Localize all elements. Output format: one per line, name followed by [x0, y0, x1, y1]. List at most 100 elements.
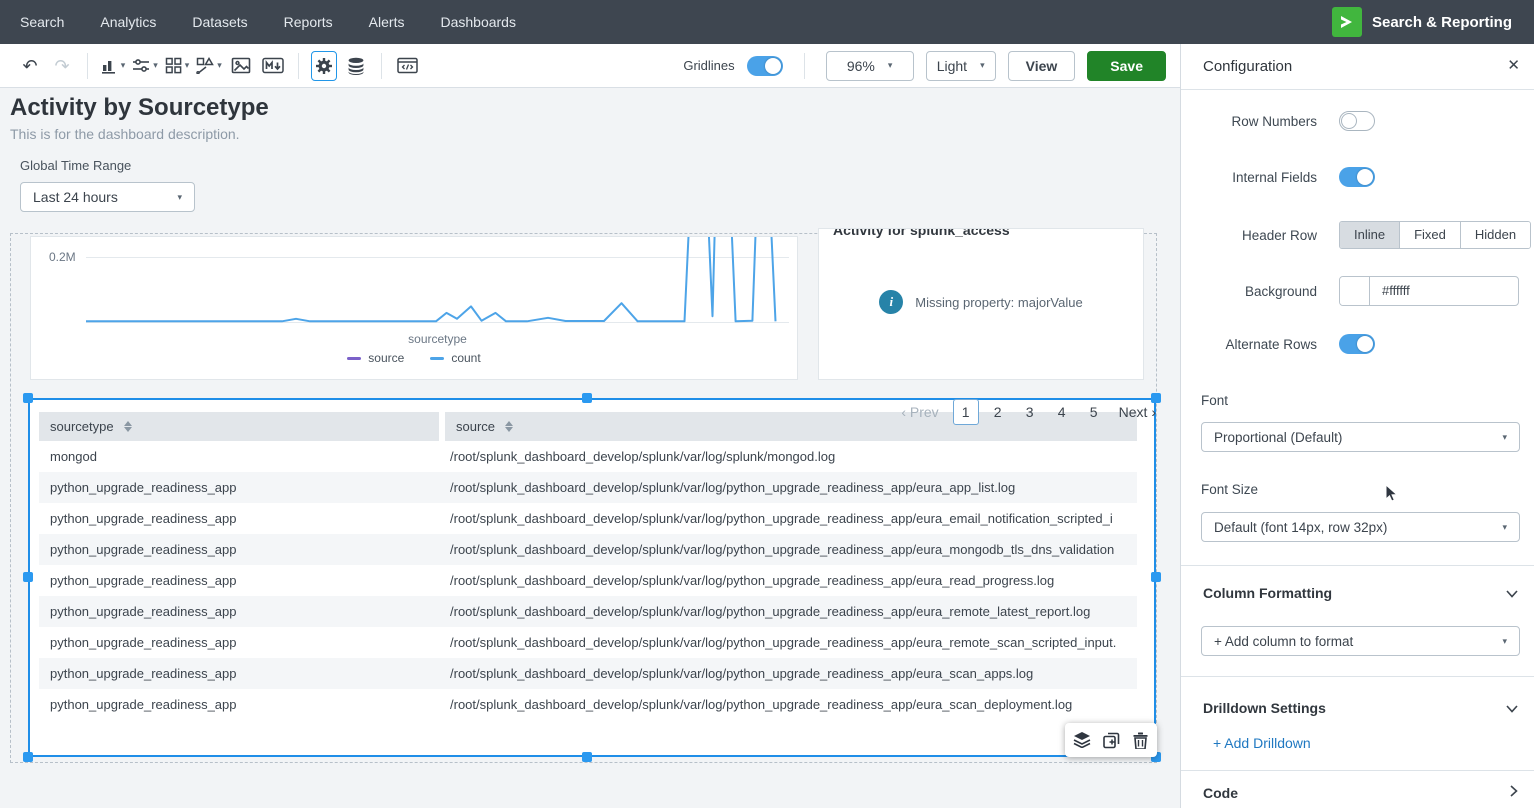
drilldown-settings-section-title: Drilldown Settings: [1203, 700, 1326, 716]
redo-button[interactable]: ↷: [49, 51, 75, 81]
page-button-5[interactable]: 5: [1081, 399, 1107, 425]
splunk-logo-icon: [1332, 7, 1362, 37]
editor-workspace: ↶ ↷ ▾ ▾ ▾ ▾: [0, 44, 1180, 808]
configuration-header: Configuration ✕: [1181, 44, 1534, 90]
page-button-1[interactable]: 1: [953, 399, 979, 425]
row-numbers-toggle[interactable]: [1339, 111, 1375, 131]
line-chart-panel[interactable]: 0.2M sourcetype source count: [30, 236, 798, 380]
font-size-select[interactable]: Default (font 14px, row 32px)▾: [1201, 512, 1520, 542]
gridlines-toggle[interactable]: [747, 56, 783, 76]
add-layout-button[interactable]: ▾: [164, 51, 190, 81]
page-button-4[interactable]: 4: [1049, 399, 1075, 425]
next-page-button[interactable]: Next ›: [1119, 404, 1156, 420]
background-color-input: #ffffff: [1339, 276, 1519, 306]
prev-page-button[interactable]: ‹ Prev: [901, 404, 938, 420]
add-markdown-button[interactable]: [260, 51, 286, 81]
font-size-label: Font Size: [1201, 482, 1258, 497]
header-row-option-hidden[interactable]: Hidden: [1460, 222, 1530, 248]
selection-handle-top-middle[interactable]: [582, 393, 592, 403]
header-row-option-inline[interactable]: Inline: [1340, 222, 1399, 248]
x-axis-label: sourcetype: [86, 332, 789, 346]
toolbar-divider: [804, 53, 805, 79]
zoom-select[interactable]: 96%▾: [826, 51, 914, 81]
configuration-title: Configuration: [1203, 58, 1292, 75]
delete-button[interactable]: [1128, 728, 1154, 752]
selection-handle-bottom-middle[interactable]: [582, 752, 592, 762]
nav-item-search[interactable]: Search: [0, 0, 82, 44]
nav-item-alerts[interactable]: Alerts: [351, 0, 423, 44]
top-nav: Search Analytics Datasets Reports Alerts…: [0, 0, 1534, 44]
chevron-down-icon[interactable]: [1506, 585, 1518, 603]
page-button-3[interactable]: 3: [1017, 399, 1043, 425]
count-swatch: [430, 357, 444, 360]
table-row: python_upgrade_readiness_app/root/splunk…: [39, 689, 1137, 716]
panel-action-toolbar: [1065, 723, 1157, 757]
internal-fields-setting: Internal Fields: [1181, 167, 1375, 187]
nav-item-reports[interactable]: Reports: [266, 0, 351, 44]
time-range-select[interactable]: Last 24 hours▾: [20, 182, 195, 212]
page-button-2[interactable]: 2: [985, 399, 1011, 425]
missing-property-text: Missing property: majorValue: [915, 295, 1082, 310]
table-row: python_upgrade_readiness_app/root/splunk…: [39, 565, 1137, 596]
table-row: python_upgrade_readiness_app/root/splunk…: [39, 534, 1137, 565]
toolbar-divider: [87, 53, 88, 79]
color-swatch[interactable]: [1340, 277, 1370, 305]
divider: [1181, 770, 1534, 771]
add-drilldown-link[interactable]: + Add Drilldown: [1213, 735, 1311, 751]
selection-handle-bottom-left[interactable]: [23, 752, 33, 762]
source-code-button[interactable]: [394, 51, 420, 81]
dashboard-canvas-area: Activity by Sourcetype This is for the d…: [0, 88, 1180, 808]
chevron-right-icon[interactable]: [1510, 784, 1518, 802]
source-swatch: [347, 357, 361, 360]
add-shape-button[interactable]: ▾: [196, 51, 222, 81]
chevron-down-icon[interactable]: [1506, 700, 1518, 718]
dashboard-description: This is for the dashboard description.: [10, 126, 240, 142]
table-row: python_upgrade_readiness_app/root/splunk…: [39, 658, 1137, 689]
app-brand[interactable]: Search & Reporting: [1332, 7, 1534, 37]
add-chart-button[interactable]: ▾: [100, 51, 126, 81]
save-button[interactable]: Save: [1087, 51, 1166, 81]
data-sources-button[interactable]: [343, 51, 369, 81]
view-button[interactable]: View: [1008, 51, 1076, 81]
theme-select[interactable]: Light▾: [926, 51, 996, 81]
undo-button[interactable]: ↶: [17, 51, 43, 81]
table-body: mongod/root/splunk_dashboard_develop/spl…: [39, 441, 1137, 716]
app-name: Search & Reporting: [1372, 14, 1512, 31]
dashboard-title: Activity by Sourcetype: [10, 94, 269, 122]
duplicate-button[interactable]: [1098, 728, 1124, 752]
color-value-field[interactable]: #ffffff: [1370, 277, 1422, 305]
edit-toolbar: ↶ ↷ ▾ ▾ ▾ ▾: [0, 44, 1180, 88]
add-input-button[interactable]: ▾: [132, 51, 158, 81]
header-row-option-fixed[interactable]: Fixed: [1399, 222, 1460, 248]
row-numbers-setting: Row Numbers: [1181, 111, 1375, 131]
table-panel[interactable]: sourcetype source mongod/root/splunk_das…: [28, 398, 1156, 757]
font-label: Font: [1201, 393, 1228, 408]
panel-message: i Missing property: majorValue: [819, 290, 1143, 314]
single-value-panel[interactable]: Activity for splunk_access i Missing pro…: [818, 228, 1144, 380]
nav-item-dashboards[interactable]: Dashboards: [422, 0, 534, 44]
add-column-to-format-select[interactable]: + Add column to format▾: [1201, 626, 1520, 656]
configuration-mode-button[interactable]: [311, 51, 337, 81]
internal-fields-toggle[interactable]: [1339, 167, 1375, 187]
column-header-sourcetype[interactable]: sourcetype: [39, 412, 439, 441]
legend-item-source[interactable]: source: [347, 351, 404, 365]
selection-handle-middle-right[interactable]: [1151, 572, 1161, 582]
nav-item-datasets[interactable]: Datasets: [174, 0, 265, 44]
close-icon[interactable]: ✕: [1507, 56, 1520, 74]
alternate-rows-toggle[interactable]: [1339, 334, 1375, 354]
table-row: python_upgrade_readiness_app/root/splunk…: [39, 596, 1137, 627]
selection-handle-top-right[interactable]: [1151, 393, 1161, 403]
sort-icon: [505, 421, 513, 432]
layers-button[interactable]: [1069, 728, 1095, 752]
nav-item-analytics[interactable]: Analytics: [82, 0, 174, 44]
selection-handle-top-left[interactable]: [23, 393, 33, 403]
chart-legend: source count: [31, 351, 797, 365]
column-formatting-section-title: Column Formatting: [1203, 585, 1332, 601]
gridlines-label: Gridlines: [683, 58, 734, 73]
count-line-path: [86, 237, 776, 321]
selection-handle-middle-left[interactable]: [23, 572, 33, 582]
header-row-setting: Header Row Inline Fixed Hidden: [1181, 221, 1531, 249]
add-image-button[interactable]: [228, 51, 254, 81]
legend-item-count[interactable]: count: [430, 351, 480, 365]
font-select[interactable]: Proportional (Default)▾: [1201, 422, 1520, 452]
